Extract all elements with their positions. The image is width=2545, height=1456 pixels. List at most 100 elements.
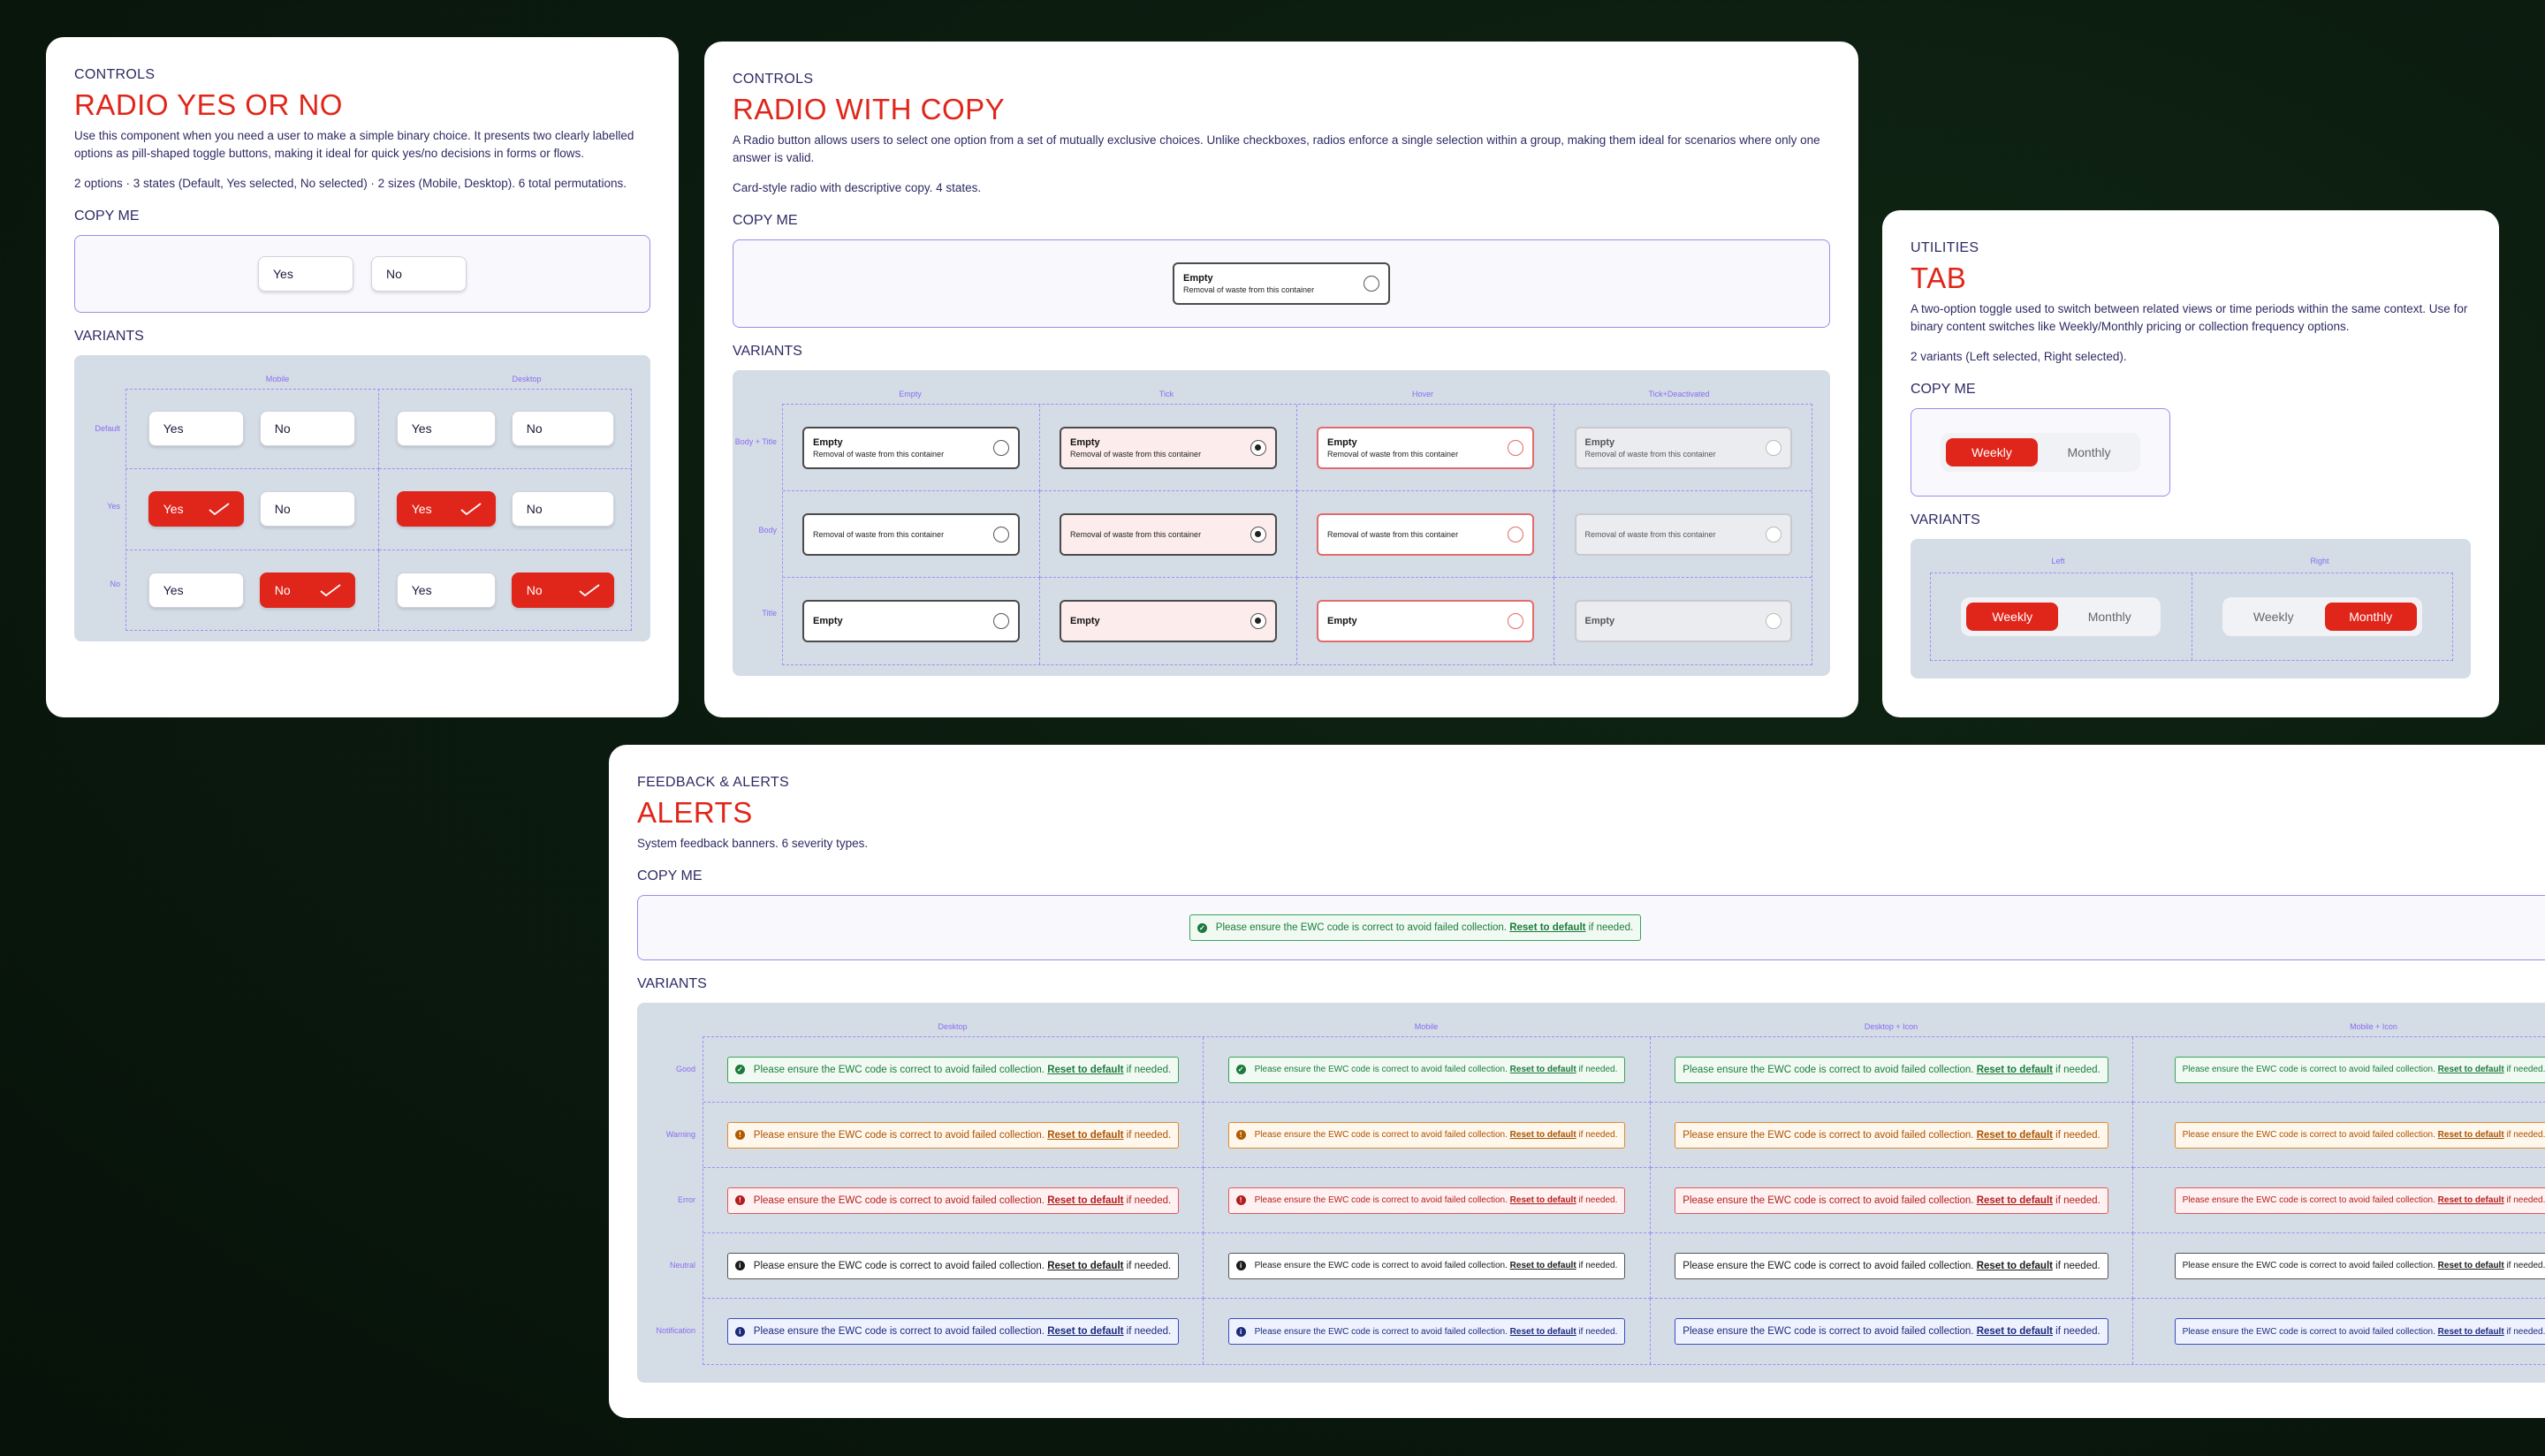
- alert-error: Please ensure the EWC code is correct to…: [1675, 1187, 2108, 1214]
- reset-to-default-link[interactable]: Reset to default: [2438, 1130, 2504, 1140]
- alert-good: ✓ Please ensure the EWC code is correct t…: [726, 1056, 1180, 1083]
- reset-to-default-link[interactable]: Reset to default: [1510, 1195, 1576, 1205]
- yes-button[interactable]: Yes: [258, 256, 353, 292]
- reset-to-default-link[interactable]: Reset to default: [1510, 1065, 1576, 1074]
- radio-yes-no-card: CONTROLS RADIO YES OR NO Use this compon…: [46, 37, 679, 717]
- cell: Empty: [783, 578, 1040, 664]
- alert-message: Please ensure the EWC code is correct to…: [753, 1260, 1045, 1271]
- alert-message: Please ensure the EWC code is correct to…: [1254, 1065, 1508, 1074]
- tab-weekly[interactable]: Weekly: [1966, 603, 2059, 631]
- reset-to-default-link[interactable]: Reset to default: [1510, 1130, 1576, 1140]
- warning-icon: !: [1235, 1130, 1246, 1140]
- reset-to-default-link[interactable]: Reset to default: [1047, 1326, 1123, 1337]
- yes-button-selected[interactable]: Yes: [148, 491, 244, 527]
- alert-message: Please ensure the EWC code is correct to…: [2182, 1326, 2435, 1337]
- reset-to-default-link[interactable]: Reset to default: [1047, 1130, 1123, 1141]
- check-circle-icon: ✓: [734, 1065, 745, 1074]
- reset-to-default-link[interactable]: Reset to default: [2438, 1261, 2504, 1270]
- tab-monthly[interactable]: Monthly: [2043, 438, 2135, 466]
- alert-message-end: if needed.: [1578, 1261, 1618, 1270]
- radio-with-copy-card: CONTROLS RADIO WITH COPY A Radio button …: [704, 42, 1858, 717]
- col-header-desktop: Desktop: [938, 1022, 968, 1031]
- radio-card-tick[interactable]: Empty: [1060, 600, 1277, 642]
- radio-circle-icon: [1508, 613, 1523, 629]
- radio-card[interactable]: Empty Removal of waste from this contain…: [1173, 262, 1390, 305]
- no-button[interactable]: No: [371, 256, 467, 292]
- radio-card-title: Empty: [1584, 616, 1615, 626]
- check-icon: [579, 584, 600, 597]
- reset-to-default-link[interactable]: Reset to default: [2438, 1065, 2504, 1074]
- radio-circle-icon: [1508, 439, 1523, 456]
- radio-card-body: Removal of waste from this container: [1584, 449, 1716, 459]
- cell: ! Please ensure the EWC code is correct t…: [1204, 1103, 1651, 1168]
- radio-card-empty[interactable]: Empty: [802, 600, 1020, 642]
- reset-to-default-link[interactable]: Reset to default: [1047, 1261, 1123, 1271]
- radio-card-deactivated: Empty: [1574, 600, 1792, 642]
- alert-message: Please ensure the EWC code is correct to…: [2182, 1130, 2435, 1140]
- alert-message: Please ensure the EWC code is correct to…: [1254, 1130, 1508, 1140]
- alert-message: Please ensure the EWC code is correct to…: [1683, 1194, 1974, 1206]
- check-icon: [320, 584, 341, 597]
- alerts-card: FEEDBACK & ALERTS ALERTS System feedback…: [609, 745, 2545, 1418]
- reset-to-default-link[interactable]: Reset to default: [1509, 922, 1585, 933]
- tab-card: UTILITIES TAB A two-option toggle used t…: [1882, 210, 2499, 717]
- yes-button[interactable]: Yes: [396, 411, 496, 447]
- col-header-mobile-icon: Mobile + Icon: [2350, 1022, 2397, 1031]
- cell: Removal of waste from this container: [1554, 491, 1812, 578]
- no-button[interactable]: No: [259, 491, 355, 527]
- cell: Empty Removal of waste from this containe…: [783, 405, 1040, 491]
- alert-message-end: if needed.: [2055, 1129, 2101, 1141]
- radio-card-empty[interactable]: Removal of waste from this container: [802, 512, 1020, 556]
- alert-message: Please ensure the EWC code is correct to…: [753, 1129, 1045, 1141]
- reset-to-default-link[interactable]: Reset to default: [1047, 1065, 1123, 1075]
- radio-card-hover[interactable]: Empty: [1317, 600, 1534, 642]
- radio-card-tick[interactable]: Removal of waste from this container: [1060, 512, 1277, 556]
- reset-to-default-link[interactable]: Reset to default: [1977, 1326, 2053, 1337]
- yes-button[interactable]: Yes: [396, 573, 496, 609]
- cell: Empty Removal of waste from this containe…: [1554, 405, 1812, 491]
- yes-button[interactable]: Yes: [148, 411, 244, 447]
- alert-message-end: if needed.: [2055, 1064, 2101, 1075]
- radio-card-hover[interactable]: Empty Removal of waste from this containe…: [1317, 426, 1534, 469]
- tab-weekly[interactable]: Weekly: [2228, 603, 2320, 631]
- col-header-empty: Empty: [899, 390, 922, 398]
- reset-to-default-link[interactable]: Reset to default: [1977, 1261, 2053, 1271]
- copy-me-heading: COPY ME: [733, 213, 798, 228]
- no-button-selected[interactable]: No: [511, 573, 614, 609]
- radio-card-hover[interactable]: Removal of waste from this container: [1317, 512, 1534, 556]
- radio-selected-icon: [1250, 613, 1266, 629]
- category-label: FEEDBACK & ALERTS: [637, 775, 789, 790]
- yes-button[interactable]: Yes: [148, 573, 244, 609]
- variant-grid: Empty Removal of waste from this containe…: [782, 404, 1812, 665]
- reset-to-default-link[interactable]: Reset to default: [1047, 1195, 1123, 1206]
- radio-card-empty[interactable]: Empty Removal of waste from this containe…: [802, 426, 1020, 469]
- no-button[interactable]: No: [259, 411, 355, 447]
- reset-to-default-link[interactable]: Reset to default: [1510, 1261, 1576, 1270]
- tab-monthly[interactable]: Monthly: [2324, 603, 2417, 631]
- reset-to-default-link[interactable]: Reset to default: [1977, 1195, 2053, 1206]
- tab-monthly[interactable]: Monthly: [2063, 603, 2155, 631]
- cell: ! Please ensure the EWC code is correct t…: [703, 1103, 1204, 1168]
- col-header-mobile: Mobile: [265, 375, 290, 383]
- cell: i Please ensure the EWC code is correct t…: [1204, 1233, 1651, 1299]
- no-button[interactable]: No: [511, 491, 614, 527]
- alert-message: Please ensure the EWC code is correct to…: [1683, 1326, 1974, 1337]
- reset-to-default-link[interactable]: Reset to default: [1977, 1130, 2053, 1141]
- card-meta: Card-style radio with descriptive copy. …: [733, 181, 982, 194]
- reset-to-default-link[interactable]: Reset to default: [1510, 1327, 1576, 1337]
- row-header-default: Default: [95, 424, 120, 433]
- yes-button-selected[interactable]: Yes: [396, 491, 496, 527]
- tab-weekly[interactable]: Weekly: [1946, 438, 2038, 466]
- alert-message: Please ensure the EWC code is correct to…: [1254, 1326, 1508, 1337]
- radio-card-body: Removal of waste from this container: [1070, 529, 1202, 539]
- reset-to-default-link[interactable]: Reset to default: [2438, 1195, 2504, 1205]
- reset-to-default-link[interactable]: Reset to default: [1977, 1065, 2053, 1075]
- yes-label: Yes: [163, 502, 184, 517]
- radio-card-tick[interactable]: Empty Removal of waste from this containe…: [1060, 426, 1277, 469]
- row-header-error: Error: [678, 1195, 695, 1204]
- no-button-selected[interactable]: No: [259, 573, 355, 609]
- no-button[interactable]: No: [511, 411, 614, 447]
- cell: i Please ensure the EWC code is correct t…: [703, 1299, 1204, 1364]
- reset-to-default-link[interactable]: Reset to default: [2438, 1327, 2504, 1337]
- no-label: No: [526, 583, 543, 598]
